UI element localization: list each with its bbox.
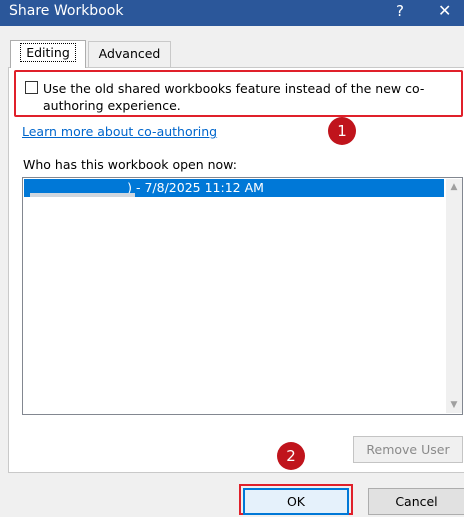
callout-badge-2: 2 [277, 442, 305, 470]
remove-user-button[interactable]: Remove User [353, 436, 463, 463]
scroll-up-icon[interactable]: ▲ [446, 179, 462, 195]
tab-advanced[interactable]: Advanced [88, 41, 171, 67]
title-bar: Share Workbook ? ✕ [0, 0, 464, 26]
who-has-open-label: Who has this workbook open now: [23, 157, 237, 172]
redacted-name-bar [30, 193, 135, 197]
cancel-button[interactable]: Cancel [368, 488, 464, 515]
users-list-scrollbar[interactable]: ▲ ▼ [446, 179, 462, 413]
old-shared-workbooks-label[interactable]: Use the old shared workbooks feature ins… [43, 80, 463, 114]
window-title: Share Workbook [9, 3, 124, 19]
help-button[interactable]: ? [396, 2, 404, 20]
learn-more-coauthoring-link[interactable]: Learn more about co-authoring [22, 124, 217, 139]
callout-badge-1: 1 [328, 117, 356, 145]
user-open-time: - 7/8/2025 11:12 AM [132, 180, 264, 195]
close-button[interactable]: ✕ [438, 1, 451, 20]
tab-advanced-label: Advanced [98, 46, 161, 61]
list-item[interactable]: ) - 7/8/2025 11:12 AM [24, 179, 444, 197]
tab-editing[interactable]: Editing [10, 40, 86, 68]
tab-editing-label: Editing [20, 43, 76, 62]
scroll-down-icon[interactable]: ▼ [446, 397, 462, 413]
users-list[interactable]: ) - 7/8/2025 11:12 AM ▲ ▼ [22, 177, 463, 415]
ok-button[interactable]: OK [243, 488, 349, 515]
old-shared-workbooks-checkbox[interactable] [25, 81, 38, 94]
